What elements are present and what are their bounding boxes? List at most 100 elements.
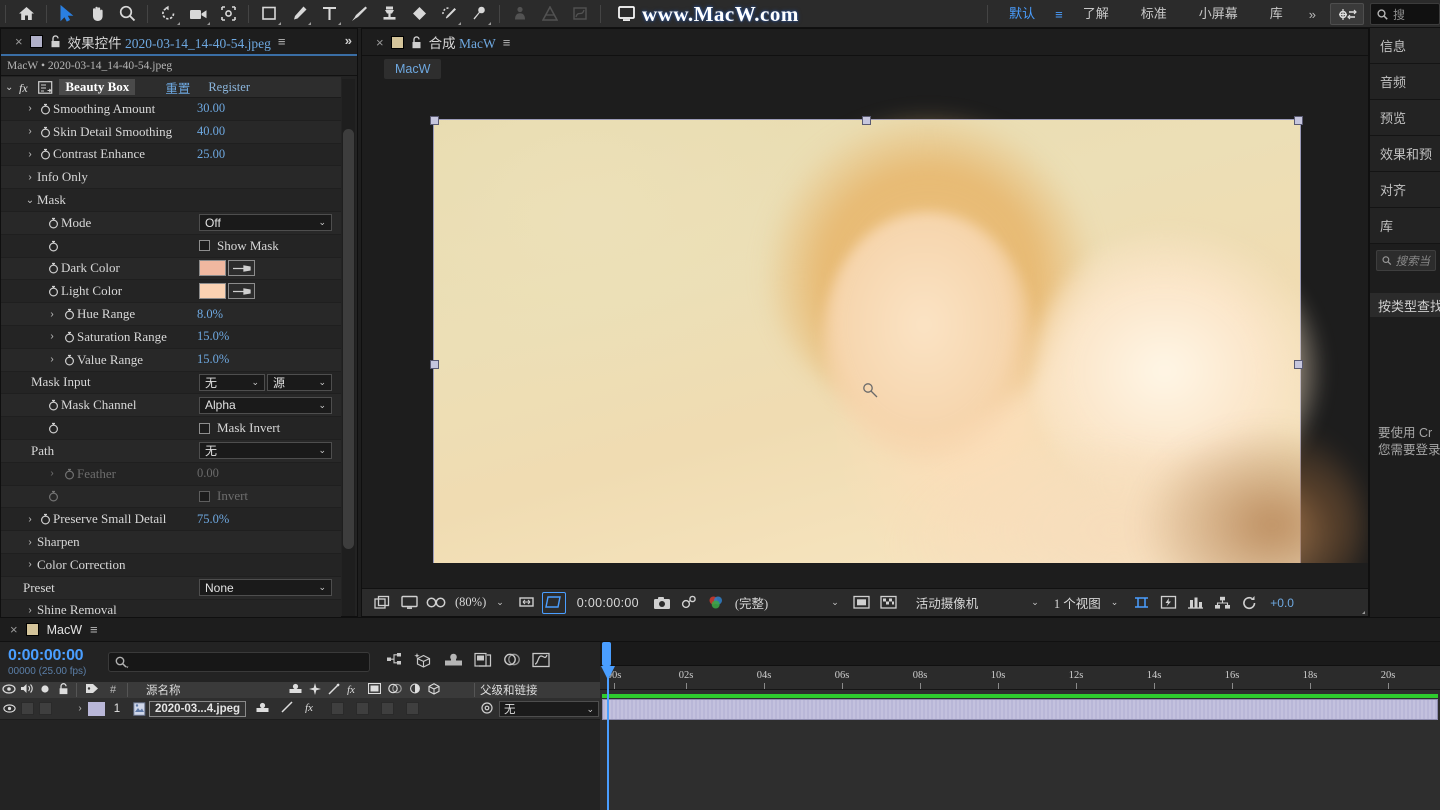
table-row[interactable]: › 1 2020-03...4.jpeg fx 无 ⌄ [0,698,600,720]
param-row-info-only[interactable]: › Info Only [1,166,341,189]
views-value[interactable]: 1 个视图 [1050,593,1105,612]
hand-tool-icon[interactable] [82,1,112,27]
panel-menu-icon[interactable]: ≡ [90,622,98,637]
sidebar-item-音频[interactable]: 音频 [1370,64,1440,100]
param-group-mask[interactable]: ⌄ Mask [1,189,341,212]
light-color-eyedropper-icon[interactable] [228,283,255,299]
parent-pickwhip-icon[interactable] [480,701,494,718]
playhead[interactable] [607,642,609,810]
sidebar-item-预览[interactable]: 预览 [1370,100,1440,136]
anchor-point-tool-icon[interactable] [213,1,243,27]
workspace-了解[interactable]: 了解 [1067,0,1125,28]
toggle-transparency-icon[interactable] [850,592,874,614]
parent-link-header[interactable]: 父级和链接 [480,682,538,698]
param-row-saturation-range[interactable]: › Saturation Range 15.0% [1,326,341,349]
close-icon[interactable]: × [15,34,23,49]
show-mask-checkbox[interactable] [199,240,210,251]
puppet-pin-tool-icon[interactable] [464,1,494,27]
timeline-graph-area[interactable]: 00s 02s 04s 06s 08s 10s 12s 14s 16s 18s … [600,642,1440,810]
composition-mini-flowchart-icon[interactable] [386,652,403,672]
puppet-bend-icon[interactable] [565,1,595,27]
effects-switch-icon[interactable]: fx [347,683,361,698]
resolution-value[interactable]: (完整) [731,593,772,612]
disclosure-icon[interactable]: › [45,331,59,342]
roto-brush-tool-icon[interactable] [434,1,464,27]
pixel-aspect-correction-icon[interactable] [1129,592,1153,614]
quality-icon[interactable] [328,683,340,698]
comp-flowchart-icon[interactable] [1210,592,1234,614]
timeline-button-icon[interactable] [1183,592,1207,614]
reset-exposure-icon[interactable] [1237,592,1261,614]
stopwatch-icon[interactable] [37,103,53,115]
library-search-input[interactable]: 搜索当 [1376,250,1436,271]
sidebar-item-信息[interactable]: 信息 [1370,28,1440,64]
disclosure-icon[interactable]: › [45,309,59,320]
motion-blur-icon[interactable] [503,652,521,672]
stopwatch-icon[interactable] [45,399,61,411]
selection-handle-mr[interactable] [1294,360,1303,369]
param-row-hue-range[interactable]: › Hue Range 8.0% [1,303,341,326]
collapse-transforms-icon[interactable] [309,683,321,698]
label-color-icon[interactable] [81,683,103,697]
rotation-tool-icon[interactable] [153,1,183,27]
param-value[interactable]: 40.00 [197,124,225,139]
workspace-settings-icon[interactable] [1330,3,1364,25]
hide-shy-layers-icon[interactable] [444,652,463,672]
lock-icon[interactable] [50,35,61,48]
active-camera-value[interactable]: 活动摄像机 [904,593,983,612]
timeline-tracks[interactable] [600,690,1440,810]
param-value[interactable]: 8.0% [197,307,223,322]
effect-controls-tab-title[interactable]: 效果控件 2020-03-14_14-40-54.jpeg [68,32,271,52]
close-icon[interactable]: × [376,35,384,50]
param-row-value-range[interactable]: › Value Range 15.0% [1,349,341,372]
stopwatch-icon[interactable] [45,240,61,252]
library-filter-header[interactable]: 按类型查找 [1370,293,1440,317]
mask-invert-checkbox[interactable] [199,423,210,434]
sidebar-item-效果和预设[interactable]: 效果和预 [1370,136,1440,172]
param-row-mask-input[interactable]: Mask Input 无 ⌄ 源 ⌄ [1,372,341,395]
layer-3d-switch[interactable] [406,702,419,715]
eye-icon[interactable] [0,684,18,697]
param-row-path[interactable]: Path 无 ⌄ [1,440,341,463]
show-snapshot-icon[interactable] [677,592,701,614]
param-value[interactable]: 25.00 [197,147,225,162]
effects-scrollbar-thumb[interactable] [343,129,354,549]
lock-icon[interactable] [54,683,72,698]
color-channels-icon[interactable] [704,592,728,614]
layer-quality-switch[interactable] [281,701,293,716]
reset-link[interactable]: 重置 [165,78,190,97]
source-name-header[interactable]: 源名称 [132,682,181,698]
disclosure-icon[interactable]: › [23,103,37,114]
camera-chevron-icon[interactable]: ⌄ [985,597,1047,608]
home-icon[interactable] [11,1,41,27]
stopwatch-icon[interactable] [45,217,61,229]
parent-dropdown[interactable]: 无 ⌄ [499,701,599,717]
puppet-overlap-icon[interactable] [535,1,565,27]
effect-disclosure-icon[interactable]: ⌄ [5,82,13,93]
layer-disclosure-icon[interactable]: › [72,703,88,714]
stopwatch-icon[interactable] [45,285,61,297]
layer-visibility-icon[interactable] [0,704,18,713]
layer-audio-toggle[interactable] [18,702,36,715]
mask-channel-dropdown[interactable]: Alpha ⌄ [199,397,332,414]
param-row-smoothing-amount[interactable]: › Smoothing Amount 30.00 [1,98,341,121]
resolution-chevron-icon[interactable]: ⌄ [775,597,847,608]
disclosure-icon[interactable]: › [23,172,37,183]
workspace-menu-icon[interactable]: ≡ [1051,7,1067,22]
stopwatch-icon[interactable] [45,262,61,274]
workspace-库[interactable]: 库 [1254,0,1299,28]
close-icon[interactable]: × [10,622,18,637]
zoom-level[interactable]: (80%) [451,595,490,610]
param-row-show-mask[interactable]: Show Mask [1,235,341,258]
exposure-value[interactable]: +0.0 [1264,596,1294,610]
stopwatch-icon[interactable] [37,513,53,525]
layer-motion-blur-switch[interactable] [356,702,369,715]
eraser-tool-icon[interactable] [404,1,434,27]
param-group-sharpen[interactable]: › Sharpen [1,531,341,554]
param-row-contrast-enhance[interactable]: › Contrast Enhance 25.00 [1,144,341,167]
mask-input-source-dropdown[interactable]: 源 ⌄ [267,374,332,391]
comp-timecode[interactable]: 0:00:00:00 [569,596,647,610]
layer-adjustment-switch[interactable] [381,702,394,715]
selection-handle-tc[interactable] [862,116,871,125]
selection-tool-icon[interactable] [52,1,82,27]
